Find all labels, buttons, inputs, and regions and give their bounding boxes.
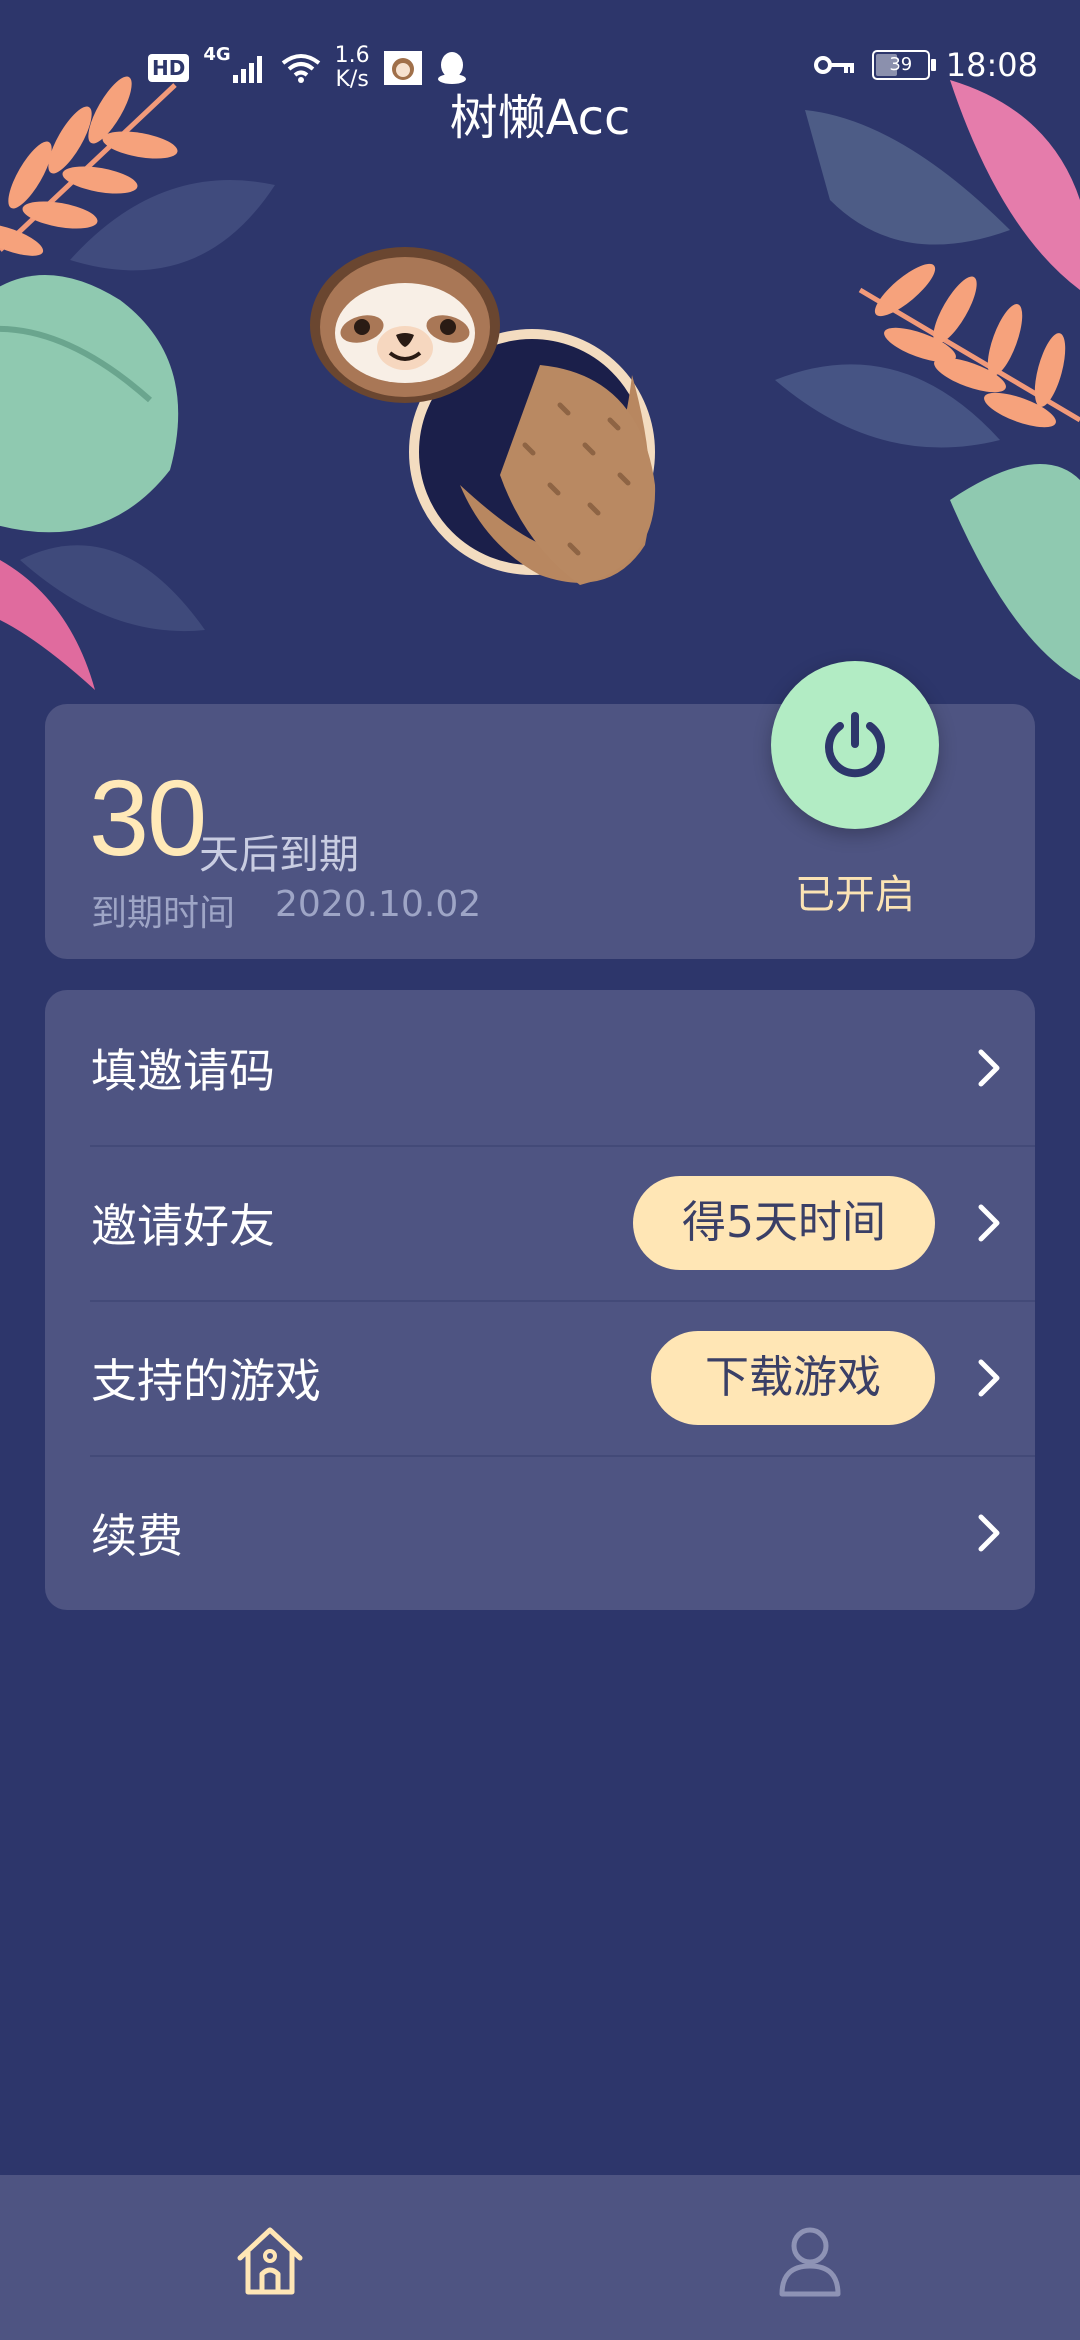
power-state-label: 已开启	[795, 872, 915, 918]
power-icon	[825, 712, 885, 778]
chevron-right-icon	[978, 1359, 1000, 1396]
expire-label: 到期时间	[91, 893, 236, 934]
menu-item-invite-friends[interactable]: 邀请好友 得5天时间	[45, 1145, 1035, 1300]
user-icon	[779, 2227, 841, 2297]
network-type: 4G	[203, 44, 231, 65]
tab-profile[interactable]	[765, 2215, 855, 2305]
menu-item-invite-code[interactable]: 填邀请码	[45, 990, 1035, 1145]
days-suffix: 天后到期	[199, 832, 359, 878]
chevron-right-icon	[978, 1514, 1000, 1551]
power-toggle-button[interactable]	[771, 661, 939, 829]
net-speed-value: 1.6	[334, 43, 370, 68]
menu-item-label: 邀请好友	[91, 1198, 275, 1253]
menu-item-renew[interactable]: 续费	[45, 1455, 1035, 1610]
menu-item-label: 支持的游戏	[91, 1353, 321, 1408]
expire-date: 2020.10.02	[275, 884, 482, 925]
home-icon	[237, 2227, 303, 2295]
menu-list: 填邀请码 邀请好友 得5天时间 支持的游戏 下载游戏 续费	[45, 990, 1035, 1610]
battery-icon: 39	[871, 50, 936, 80]
chevron-right-icon	[978, 1204, 1000, 1241]
menu-item-supported-games[interactable]: 支持的游戏 下载游戏	[45, 1300, 1035, 1455]
bottom-tab-bar	[0, 2175, 1080, 2340]
reward-badge-button[interactable]: 得5天时间	[633, 1175, 935, 1270]
menu-item-label: 续费	[91, 1508, 183, 1563]
app-title: 树懒Acc	[449, 90, 631, 146]
download-games-button[interactable]: 下载游戏	[651, 1330, 935, 1425]
chevron-right-icon	[978, 1049, 1000, 1086]
battery-level: 39	[889, 54, 913, 75]
days-remaining: 30	[89, 757, 207, 878]
sloth-avatar-icon	[310, 247, 656, 585]
vpn-key-icon	[813, 56, 854, 74]
tab-home[interactable]	[225, 2215, 315, 2305]
menu-item-label: 填邀请码	[91, 1043, 275, 1098]
